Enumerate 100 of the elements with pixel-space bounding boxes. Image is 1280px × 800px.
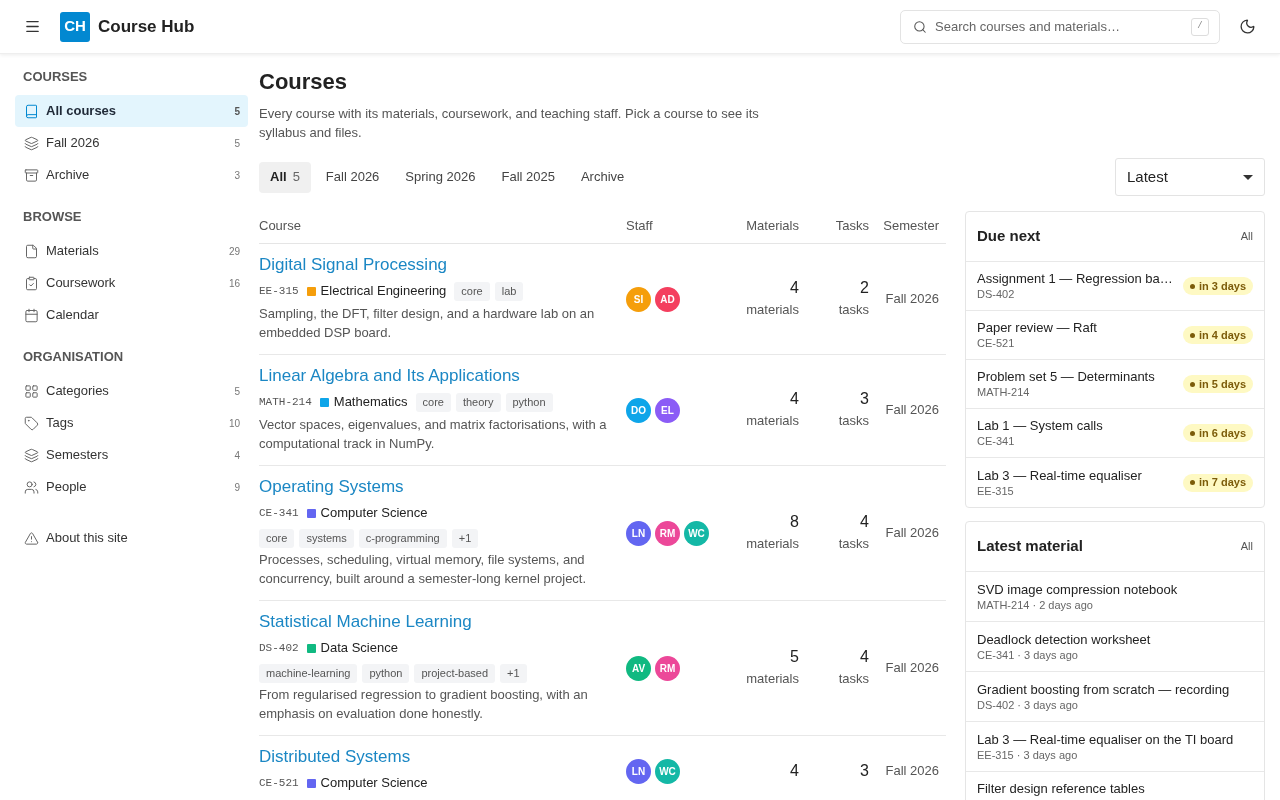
- shortcut-key: /: [1191, 17, 1209, 36]
- calendar-icon: [24, 307, 39, 323]
- filter-tab[interactable]: Fall 2026: [314, 161, 391, 193]
- due-label: in 3 days: [1198, 278, 1246, 294]
- category-name: Mathematics: [333, 393, 408, 412]
- assignment-title[interactable]: Lab 1 — System calls: [977, 417, 1177, 434]
- course-title[interactable]: Statistical Machine Learning: [259, 611, 610, 633]
- section-heading: COURSES: [22, 69, 89, 85]
- sidebar-item[interactable]: All courses 5: [15, 95, 248, 127]
- course-title[interactable]: Linear Algebra and Its Applications: [259, 365, 610, 387]
- item-count: 9: [234, 480, 240, 495]
- filter-tab[interactable]: Spring 2026: [394, 161, 487, 193]
- tag[interactable]: +1: [451, 529, 479, 548]
- tab-count: 5: [292, 168, 300, 187]
- view-all-link[interactable]: All: [1240, 538, 1253, 555]
- assignment-title[interactable]: Lab 3 — Real-time equaliser: [977, 466, 1177, 484]
- sidebar-item[interactable]: Semesters 4: [15, 439, 248, 471]
- course-description: Processes, scheduling, virtual memory, file systems, and concurrency, built around a semester-long kernel project.: [259, 551, 588, 588]
- sidebar-item[interactable]: About this site: [15, 522, 248, 554]
- course-title[interactable]: Operating Systems: [259, 476, 610, 498]
- view-all-link[interactable]: All: [1240, 228, 1253, 245]
- semester-text: Fall 2026: [885, 659, 939, 678]
- app-title: Course Hub: [98, 15, 195, 38]
- course-code: EE-315: [977, 483, 1015, 499]
- tag[interactable]: core: [259, 529, 295, 548]
- sidebar-item[interactable]: Coursework 16: [15, 267, 248, 299]
- filter-tab[interactable]: Archive: [569, 161, 636, 193]
- due-label: in 6 days: [1198, 425, 1246, 441]
- course-code: MATH-214: [977, 385, 1031, 400]
- material-title[interactable]: Gradient boosting from scratch — recording: [977, 680, 1253, 698]
- section-heading: ORGANISATION: [22, 349, 125, 365]
- sidebar-item[interactable]: People 9: [15, 471, 248, 503]
- tag[interactable]: python: [362, 664, 410, 683]
- course-title[interactable]: Digital Signal Processing: [259, 254, 610, 276]
- materials-count: 4: [790, 278, 799, 298]
- page-title: Courses: [259, 68, 349, 96]
- avatar[interactable]: LN: [626, 758, 651, 784]
- material-title[interactable]: Lab 3 — Real-time equaliser on the TI board: [977, 730, 1253, 748]
- avatar[interactable]: RM: [655, 655, 680, 681]
- tasks-count: 3: [860, 389, 869, 409]
- course-description: Vector spaces, eigenvalues, and matrix factorisations, with a computational track in NumPy.: [259, 416, 608, 453]
- course-code: CE-521: [259, 775, 299, 791]
- item-count: 16: [228, 276, 240, 291]
- sidebar-item[interactable]: Tags 10: [15, 407, 248, 439]
- assignment-title[interactable]: Assignment 1 — Regression ba…: [977, 270, 1177, 287]
- semester-text: Fall 2026: [885, 401, 939, 420]
- sidebar-item[interactable]: Categories 5: [15, 375, 248, 407]
- material-title[interactable]: SVD image compression notebook: [977, 580, 1253, 598]
- material-title[interactable]: Deadlock detection worksheet: [977, 630, 1253, 648]
- sidebar-item[interactable]: Fall 2026 5: [15, 127, 248, 159]
- tag[interactable]: c-programming: [358, 529, 447, 548]
- column-header: Tasks: [835, 217, 869, 236]
- tag[interactable]: machine-learning: [259, 664, 358, 683]
- tag[interactable]: core: [454, 281, 490, 301]
- page-description: Every course with its materials, coursework, and teaching staff. Pick a course to see its syllabus and files.: [259, 105, 760, 142]
- material-meta: CE-341 · 3 days ago: [977, 647, 1079, 663]
- sort-select[interactable]: Latest: [1115, 158, 1265, 196]
- filter-tab[interactable]: All 5: [259, 161, 311, 193]
- material-meta: EE-315 · 3 days ago: [977, 747, 1079, 763]
- item-count: 3: [234, 168, 240, 183]
- panel-title: Latest material: [977, 536, 1083, 557]
- category-name: Electrical Engineering: [320, 282, 447, 301]
- avatar[interactable]: LN: [626, 520, 651, 546]
- tag[interactable]: lab: [494, 281, 524, 301]
- logo[interactable]: CH: [60, 11, 90, 42]
- section-heading: BROWSE: [22, 209, 83, 225]
- people-icon: [24, 479, 39, 495]
- course-description: From regularised regression to gradient boosting, with an emphasis on evaluation done honestly.: [259, 686, 589, 723]
- filter-tab[interactable]: Fall 2025: [490, 161, 566, 193]
- avatar[interactable]: EL: [655, 397, 680, 423]
- column-header: Materials: [746, 217, 799, 236]
- sidebar-item[interactable]: Calendar: [15, 299, 248, 331]
- tag[interactable]: +1: [500, 664, 527, 683]
- materials-count: 4: [790, 389, 799, 409]
- course-title[interactable]: Distributed Systems: [259, 746, 610, 768]
- tag[interactable]: python: [505, 392, 553, 412]
- course-code: DS-402: [977, 287, 1016, 302]
- tag[interactable]: core: [415, 392, 451, 412]
- tag[interactable]: systems: [299, 529, 354, 548]
- materials-count: 4: [790, 761, 799, 781]
- tag[interactable]: theory: [455, 392, 501, 412]
- tag[interactable]: project-based: [414, 664, 496, 683]
- menu-icon[interactable]: [24, 18, 41, 35]
- material-title[interactable]: Filter design reference tables: [977, 780, 1253, 797]
- sidebar-item[interactable]: Archive 3: [15, 159, 248, 191]
- clipboard-check-icon: [24, 275, 39, 291]
- item-count: 5: [234, 104, 240, 119]
- avatar[interactable]: RM: [655, 520, 680, 546]
- item-count: 5: [234, 136, 240, 151]
- material-meta: DS-402 · 3 days ago: [977, 697, 1079, 713]
- materials-count: 8: [790, 512, 799, 532]
- tag-icon: [24, 415, 39, 431]
- assignment-title[interactable]: Paper review — Raft: [977, 319, 1177, 336]
- sidebar-item[interactable]: Materials 29: [15, 235, 248, 267]
- due-label: in 4 days: [1198, 327, 1246, 343]
- materials-label: materials: [746, 535, 799, 553]
- assignment-title[interactable]: Problem set 5 — Determinants: [977, 368, 1177, 385]
- moon-icon[interactable]: [1239, 18, 1256, 35]
- category-name: Data Science: [320, 639, 398, 658]
- avatar[interactable]: AD: [655, 286, 680, 312]
